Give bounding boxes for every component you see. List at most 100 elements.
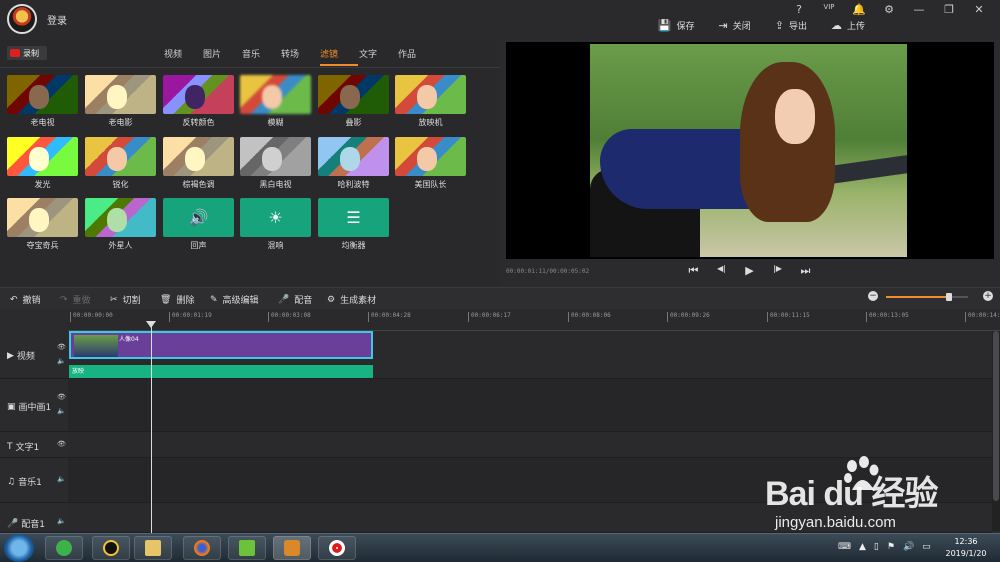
bell-icon[interactable]: 🔔 [844,3,874,16]
dub-button[interactable]: 🎤 配音 [278,293,312,307]
ruler-tick: 00:00:09:26 [667,312,710,322]
record-button[interactable]: 录制 [7,46,47,60]
track-lane-text[interactable] [68,432,992,458]
filter-thumbnail [163,75,234,114]
filter-item[interactable]: 锐化 [85,137,156,190]
undo-button[interactable]: ↶ 撤销 [10,293,41,307]
keyboard-icon[interactable]: ⌨ [838,542,851,552]
redo-button[interactable]: ↷ 重做 [60,293,91,307]
filter-item[interactable]: 老电影 [85,75,156,128]
volume-icon[interactable]: 🔊 [903,542,914,552]
play-icon[interactable]: ▶ [742,264,757,278]
video-preview[interactable] [506,42,994,259]
ruler-tick: 00:00:03:08 [268,312,311,322]
filter-item[interactable]: 放映机 [395,75,466,128]
ruler-tick: 00:00:06:17 [468,312,511,322]
filter-label: 美国队长 [414,180,447,189]
filter-item[interactable]: 棕褐色调 [163,137,234,190]
generate-button[interactable]: ⚙ 生成素材 [327,293,377,307]
cut-label: 切割 [122,296,141,306]
filter-item[interactable]: 模糊 [240,75,311,128]
filter-item[interactable]: 老电视 [7,75,78,128]
close-project-button[interactable]: ⇥ 关闭 [719,19,751,32]
start-button[interactable] [4,534,34,562]
maximize-icon[interactable]: ❐ [934,3,964,16]
prev-frame-icon[interactable]: ◀| [714,264,729,278]
filter-item[interactable]: 🔊 回声 [163,198,234,251]
filter-item[interactable]: ☀ 混响 [240,198,311,251]
taskbar-app[interactable] [92,536,130,560]
skip-end-icon[interactable]: ⏭ [798,264,813,278]
filter-item[interactable]: 夺宝奇兵 [7,198,78,251]
taskbar-app[interactable] [183,536,221,560]
taskbar-app[interactable] [134,536,172,560]
timeline-ruler[interactable]: 00:00:00:00 00:00:01:19 00:00:03:08 00:0… [68,309,1000,331]
track-name: 配音1 [21,520,45,530]
login-link[interactable]: 登录 [47,12,67,27]
tab-music[interactable]: 音乐 [242,47,281,60]
vip-icon[interactable]: VIP [814,3,844,16]
arrow-up-icon[interactable]: ▲ [859,542,866,552]
scrollbar-thumb[interactable] [993,331,999,501]
speaker-icon[interactable]: 🔈 [57,407,66,415]
minimize-icon[interactable]: — [904,3,934,16]
export-button[interactable]: ⇪ 导出 [775,19,807,32]
generate-label: 生成素材 [340,296,377,306]
track-lane-pip[interactable] [68,379,992,432]
undo-label: 撤销 [22,296,41,306]
speaker-icon[interactable]: 🔈 [57,475,66,483]
flag-icon[interactable]: ⚑ [887,542,895,552]
filter-item[interactable]: 外星人 [85,198,156,251]
gear-icon[interactable]: ⚙ [874,3,904,16]
zoom-in-icon[interactable]: + [983,291,993,301]
clip-label: 人像04 [119,336,139,343]
eye-icon[interactable]: 👁 [57,393,66,401]
speaker-icon[interactable]: 🔈 [57,357,66,365]
skip-start-icon[interactable]: ⏮ [686,264,701,278]
filter-item[interactable]: 叠影 [318,75,389,128]
upload-button[interactable]: ☁ 上传 [831,19,865,32]
device-icon[interactable]: ▯ [874,542,879,552]
zoom-handle[interactable] [946,293,953,301]
zoom-out-icon[interactable]: − [868,291,878,301]
tab-transition[interactable]: 转场 [281,47,320,60]
filter-item[interactable]: 黑白电视 [240,137,311,190]
filter-item[interactable]: ☰ 均衡器 [318,198,389,251]
tab-image[interactable]: 图片 [203,47,242,60]
battery-icon[interactable]: ▭ [922,542,931,552]
track-name: 音乐1 [18,478,42,488]
advanced-edit-button[interactable]: ✎ 高级编辑 [210,293,259,307]
speaker-icon[interactable]: 🔈 [57,517,66,525]
timeline-scrollbar[interactable] [992,331,1000,531]
playback-controls: ⏮ ◀| ▶ |▶ ⏭ [686,264,813,278]
taskbar-app-active[interactable] [273,536,311,560]
tab-works[interactable]: 作品 [398,47,437,60]
filter-item[interactable]: 美国队长 [395,137,466,190]
close-icon[interactable]: ✕ [964,3,994,16]
cut-button[interactable]: ✂ 切割 [110,293,141,307]
taskbar-clock[interactable]: 12:36 2019/1/20 [940,536,992,560]
zoom-slider[interactable]: − + [868,291,993,305]
avatar[interactable] [7,4,37,34]
save-button[interactable]: 💾 保存 [658,19,695,32]
taskbar-app[interactable] [45,536,83,560]
tab-filter[interactable]: 滤镜 [320,47,359,60]
track-name: 文字1 [15,443,40,453]
tab-video[interactable]: 视频 [164,47,203,60]
video-clip[interactable]: 人像04 [69,331,373,359]
filter-item[interactable]: 哈利波特 [318,137,389,190]
zoom-track[interactable] [886,293,968,301]
help-icon[interactable]: ? [784,3,814,16]
eye-icon[interactable]: 👁 [57,343,66,351]
filter-clip[interactable]: 放映 [69,365,373,378]
taskbar-app[interactable] [228,536,266,560]
next-frame-icon[interactable]: |▶ [770,264,785,278]
eye-icon[interactable]: 👁 [57,440,66,448]
filter-item[interactable]: 发光 [7,137,78,190]
filter-item[interactable]: 反转颜色 [163,75,234,128]
tab-text[interactable]: 文字 [359,47,398,60]
app-window: 登录 ? VIP 🔔 ⚙ — ❐ ✕ 💾 保存 ⇥ 关闭 ⇪ 导出 ☁ 上传 录制 视频… [0,0,1000,562]
taskbar-app[interactable] [318,536,356,560]
filter-label: 发光 [34,180,51,189]
delete-button[interactable]: 🗑 删除 [160,293,194,307]
